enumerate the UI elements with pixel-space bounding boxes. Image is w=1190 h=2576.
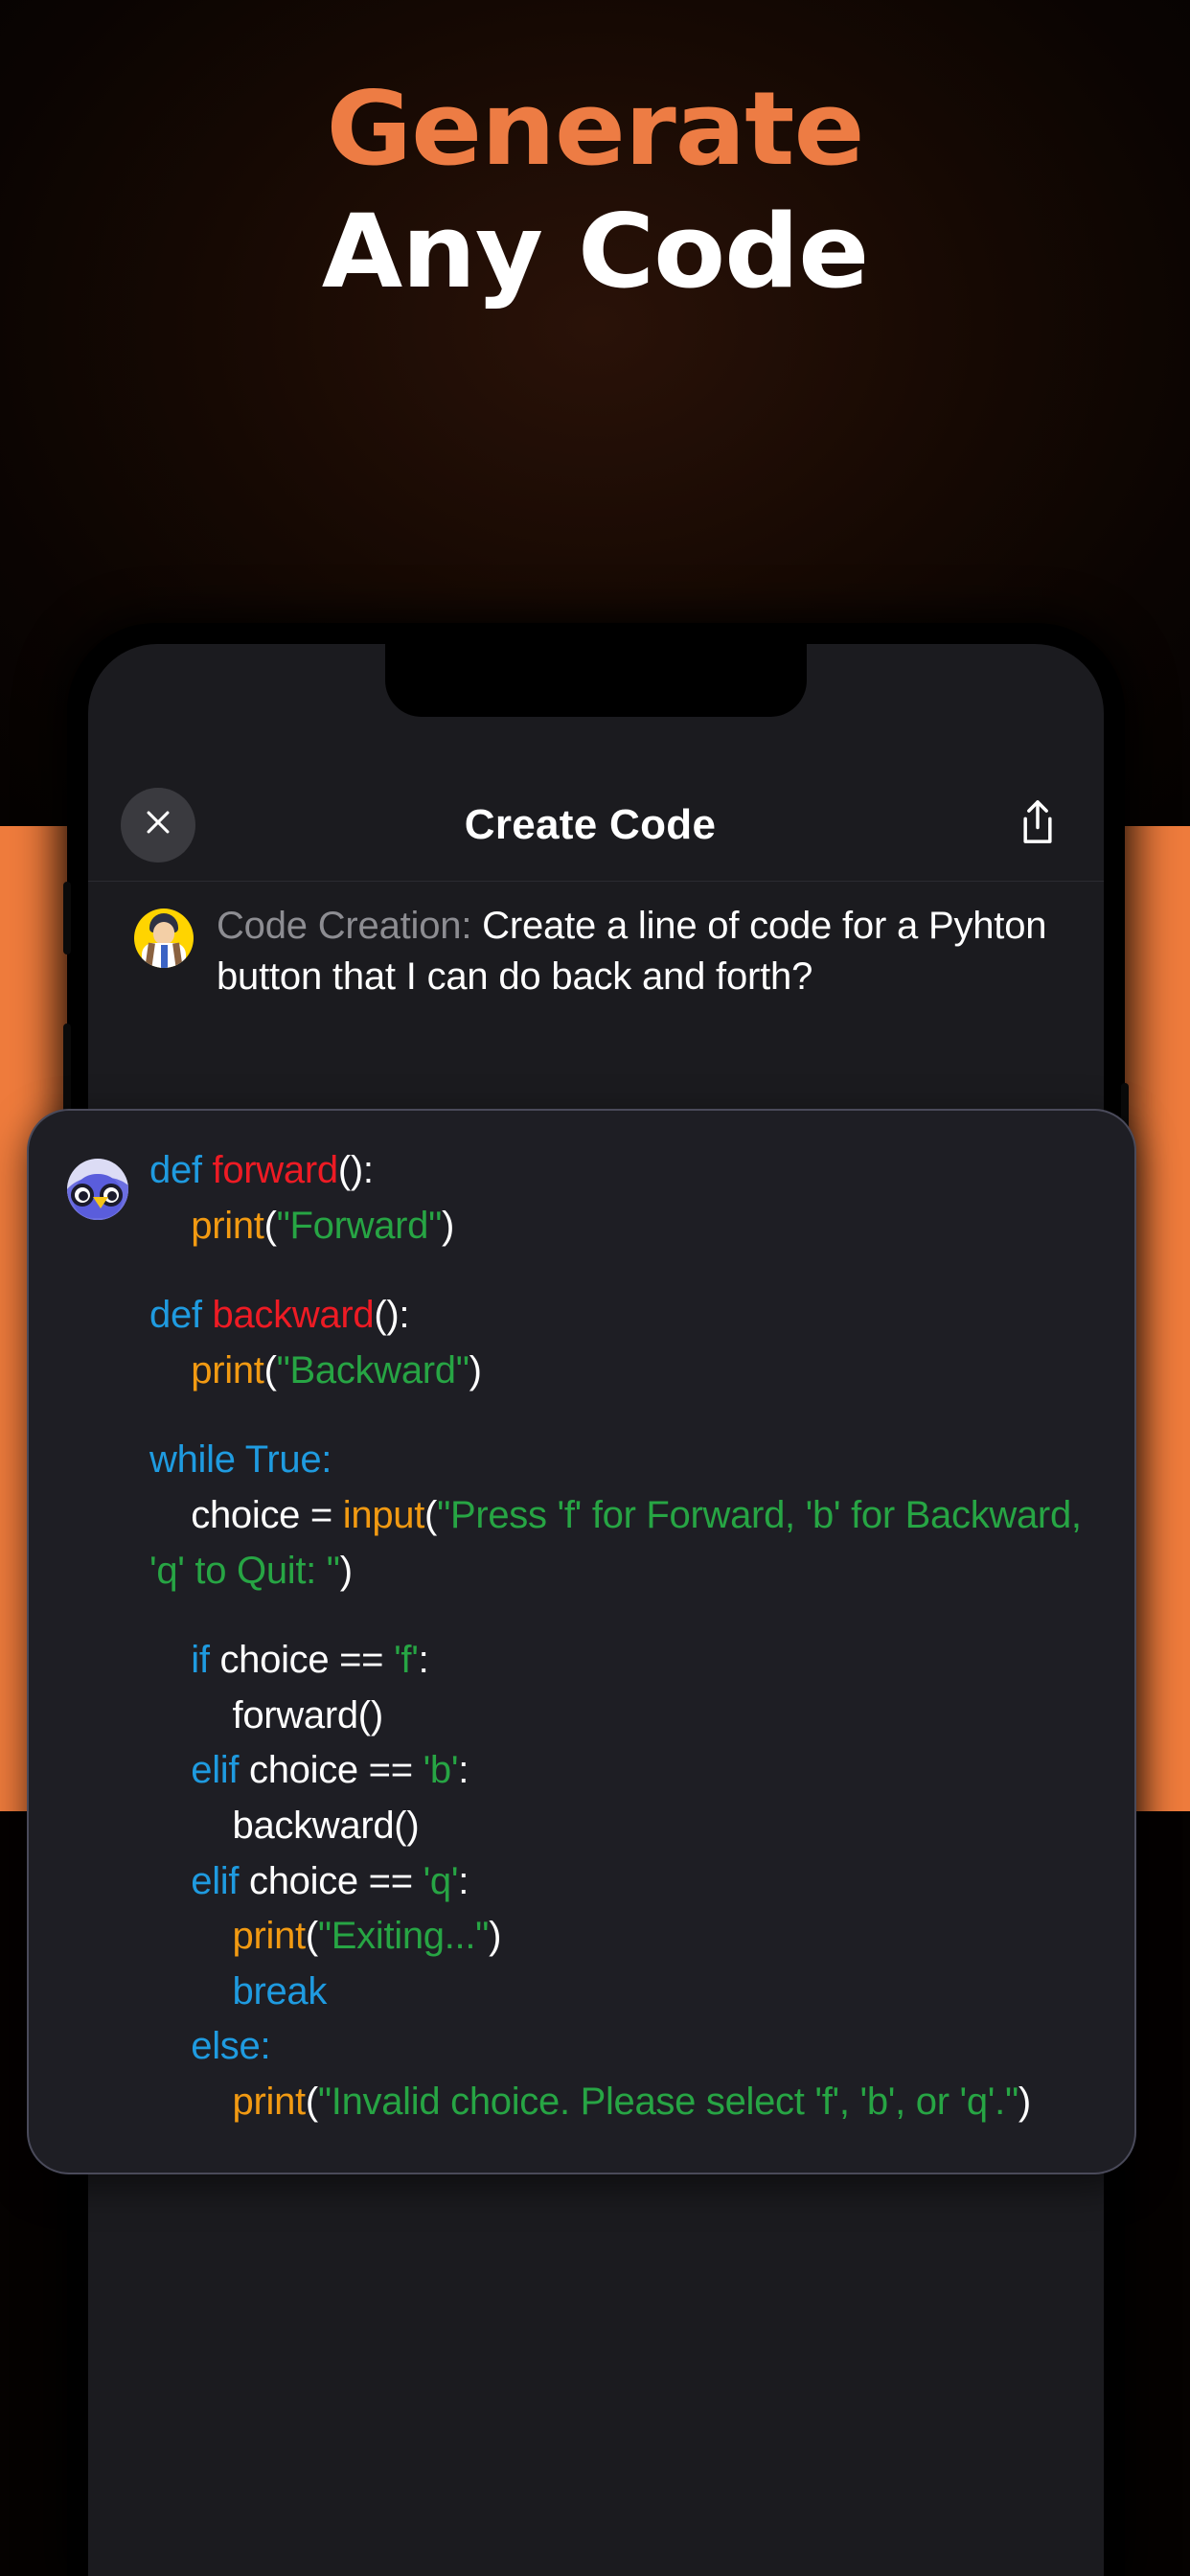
- code-token: 'q': [423, 1859, 459, 1902]
- code-token: (: [305, 2080, 318, 2123]
- code-token: if: [191, 1639, 210, 1682]
- assistant-code-card: def forward(): print("Forward") def back…: [27, 1109, 1136, 2174]
- code-token: "Forward": [276, 1204, 443, 1247]
- phone-notch: [385, 644, 807, 717]
- code-token: ():: [337, 1149, 374, 1191]
- promo-headline: Generate Any Code: [0, 79, 1190, 303]
- code-token: backward: [212, 1294, 375, 1337]
- code-token: choice ==: [239, 1749, 423, 1792]
- code-token: forward(): [149, 1693, 384, 1736]
- code-token: (: [424, 1493, 438, 1536]
- code-token: :: [458, 1859, 469, 1902]
- code-token: backward(): [149, 1804, 420, 1847]
- user-message-row: Code Creation: Create a line of code for…: [88, 901, 1104, 1002]
- code-token: ): [1018, 2080, 1031, 2123]
- code-token: choice ==: [239, 1859, 423, 1902]
- code-token: "Backward": [276, 1348, 469, 1392]
- code-token: forward: [212, 1149, 339, 1191]
- code-token: (: [263, 1204, 277, 1247]
- code-token: (: [305, 1915, 318, 1958]
- phone-mute-switch: [63, 882, 71, 954]
- code-token: def: [149, 1294, 213, 1337]
- code-token: ():: [374, 1294, 410, 1337]
- code-token: choice =: [149, 1493, 343, 1536]
- promo-screenshot: Generate Any Code Create Code Code Creat…: [0, 0, 1190, 2576]
- code-token: print: [191, 1348, 264, 1392]
- code-token: def: [149, 1149, 213, 1191]
- code-token: else: [191, 2025, 261, 2068]
- headline-line-2: Any Code: [321, 193, 870, 310]
- share-upload-icon: [1017, 797, 1059, 852]
- code-token: break: [232, 1969, 328, 2012]
- code-token: :: [418, 1639, 429, 1682]
- code-token: 'f': [394, 1639, 419, 1682]
- code-token: 'b': [423, 1749, 459, 1792]
- user-message-body: [471, 905, 482, 947]
- code-token: choice ==: [209, 1639, 395, 1682]
- code-token: (: [263, 1348, 277, 1392]
- code-token: ): [469, 1348, 482, 1392]
- code-token: "Invalid choice. Please select 'f', 'b',…: [317, 2080, 1018, 2123]
- user-message-text: Code Creation: Create a line of code for…: [217, 901, 1071, 1002]
- headline-line-1: Generate: [326, 70, 865, 188]
- code-token: print: [232, 1915, 307, 1958]
- app-header: Create Code: [88, 769, 1104, 882]
- code-token: :: [260, 2025, 271, 2068]
- code-token: ): [442, 1204, 455, 1247]
- code-token: print: [191, 1204, 264, 1247]
- owl-avatar-icon: [67, 1159, 128, 1220]
- code-token: while True:: [149, 1438, 332, 1482]
- code-token: elif: [191, 1749, 240, 1792]
- code-token: ): [489, 1915, 502, 1958]
- code-snippet[interactable]: def forward(): print("Forward") def back…: [149, 1143, 1096, 2130]
- user-avatar-icon: [134, 908, 194, 968]
- share-button[interactable]: [1004, 788, 1071, 862]
- code-token: input: [342, 1493, 425, 1536]
- code-token: print: [232, 2080, 307, 2123]
- page-title: Create Code: [464, 800, 717, 848]
- close-x-icon: [142, 806, 174, 843]
- code-token: elif: [191, 1859, 240, 1902]
- code-token: ): [339, 1549, 353, 1592]
- code-token: "Exiting...": [317, 1915, 490, 1958]
- code-token: :: [458, 1749, 469, 1792]
- user-message-prefix: Code Creation:: [217, 905, 472, 947]
